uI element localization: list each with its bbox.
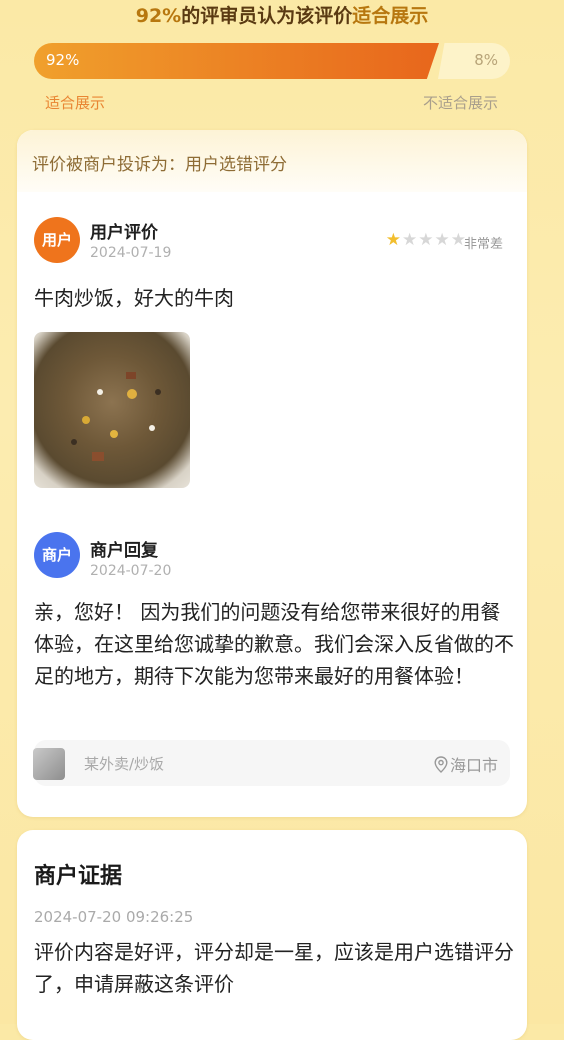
vote-progress-bar: 92% 8% [34, 43, 510, 79]
vote-yes-label: 适合展示 [45, 94, 106, 112]
vote-headline: 92%的评审员认为该评价适合展示 [0, 4, 564, 28]
shop-location: 海口市 [434, 752, 498, 776]
vote-yes-percent: 92% [46, 51, 80, 69]
star-filled-icon: ★ [385, 230, 402, 250]
rating-stars: ★★★★★ [386, 231, 467, 249]
star-empty-icon: ★ [434, 230, 451, 250]
vote-yes-fill [34, 43, 439, 79]
shop-location-text: 海口市 [449, 756, 498, 775]
user-review-title: 用户评价 [90, 223, 158, 243]
location-pin-icon [434, 756, 448, 773]
user-review-text: 牛肉炒饭，好大的牛肉 [34, 286, 234, 310]
merchant-avatar: 商户 [34, 532, 80, 578]
evidence-title: 商户证据 [34, 864, 123, 889]
headline-middle: 的评审员认为该评价 [181, 5, 353, 27]
merchant-reply-date: 2024-07-20 [90, 563, 172, 579]
star-empty-icon: ★ [418, 230, 435, 250]
evidence-card: 商户证据 2024-07-20 09:26:25 评价内容是好评，评分却是一星，… [17, 830, 527, 1040]
evidence-text: 评价内容是好评，评分却是一星，应该是用户选错评分了，申请屏蔽这条评价 [34, 940, 514, 996]
headline-end: 适合展示 [352, 5, 429, 27]
star-empty-icon: ★ [402, 230, 419, 250]
shop-tag[interactable]: 某外卖/炒饭 海口市 [33, 740, 510, 786]
headline-percent: 92% [135, 5, 182, 27]
evidence-datetime: 2024-07-20 09:26:25 [34, 908, 194, 926]
user-review-date: 2024-07-19 [90, 245, 172, 261]
user-avatar: 用户 [34, 217, 80, 263]
shop-name: 某外卖/炒饭 [84, 755, 165, 773]
shop-thumbnail [33, 748, 65, 780]
complaint-banner-text: 评价被商户投诉为：用户选错评分 [32, 155, 287, 175]
vote-no-label: 不适合展示 [422, 94, 498, 112]
review-card: 评价被商户投诉为：用户选错评分 用户 用户评价 2024-07-19 ★★★★★… [17, 130, 527, 817]
vote-no-percent: 8% [474, 51, 498, 69]
merchant-reply-text: 亲，您好！ 因为我们的问题没有给您带来很好的用餐体验，在这里给您诚挚的歉意。我们… [34, 600, 514, 688]
fried-rice-image [71, 372, 161, 461]
review-photo[interactable] [34, 332, 190, 488]
rating-label: 非常差 [463, 237, 503, 252]
merchant-reply-title: 商户回复 [90, 541, 158, 561]
